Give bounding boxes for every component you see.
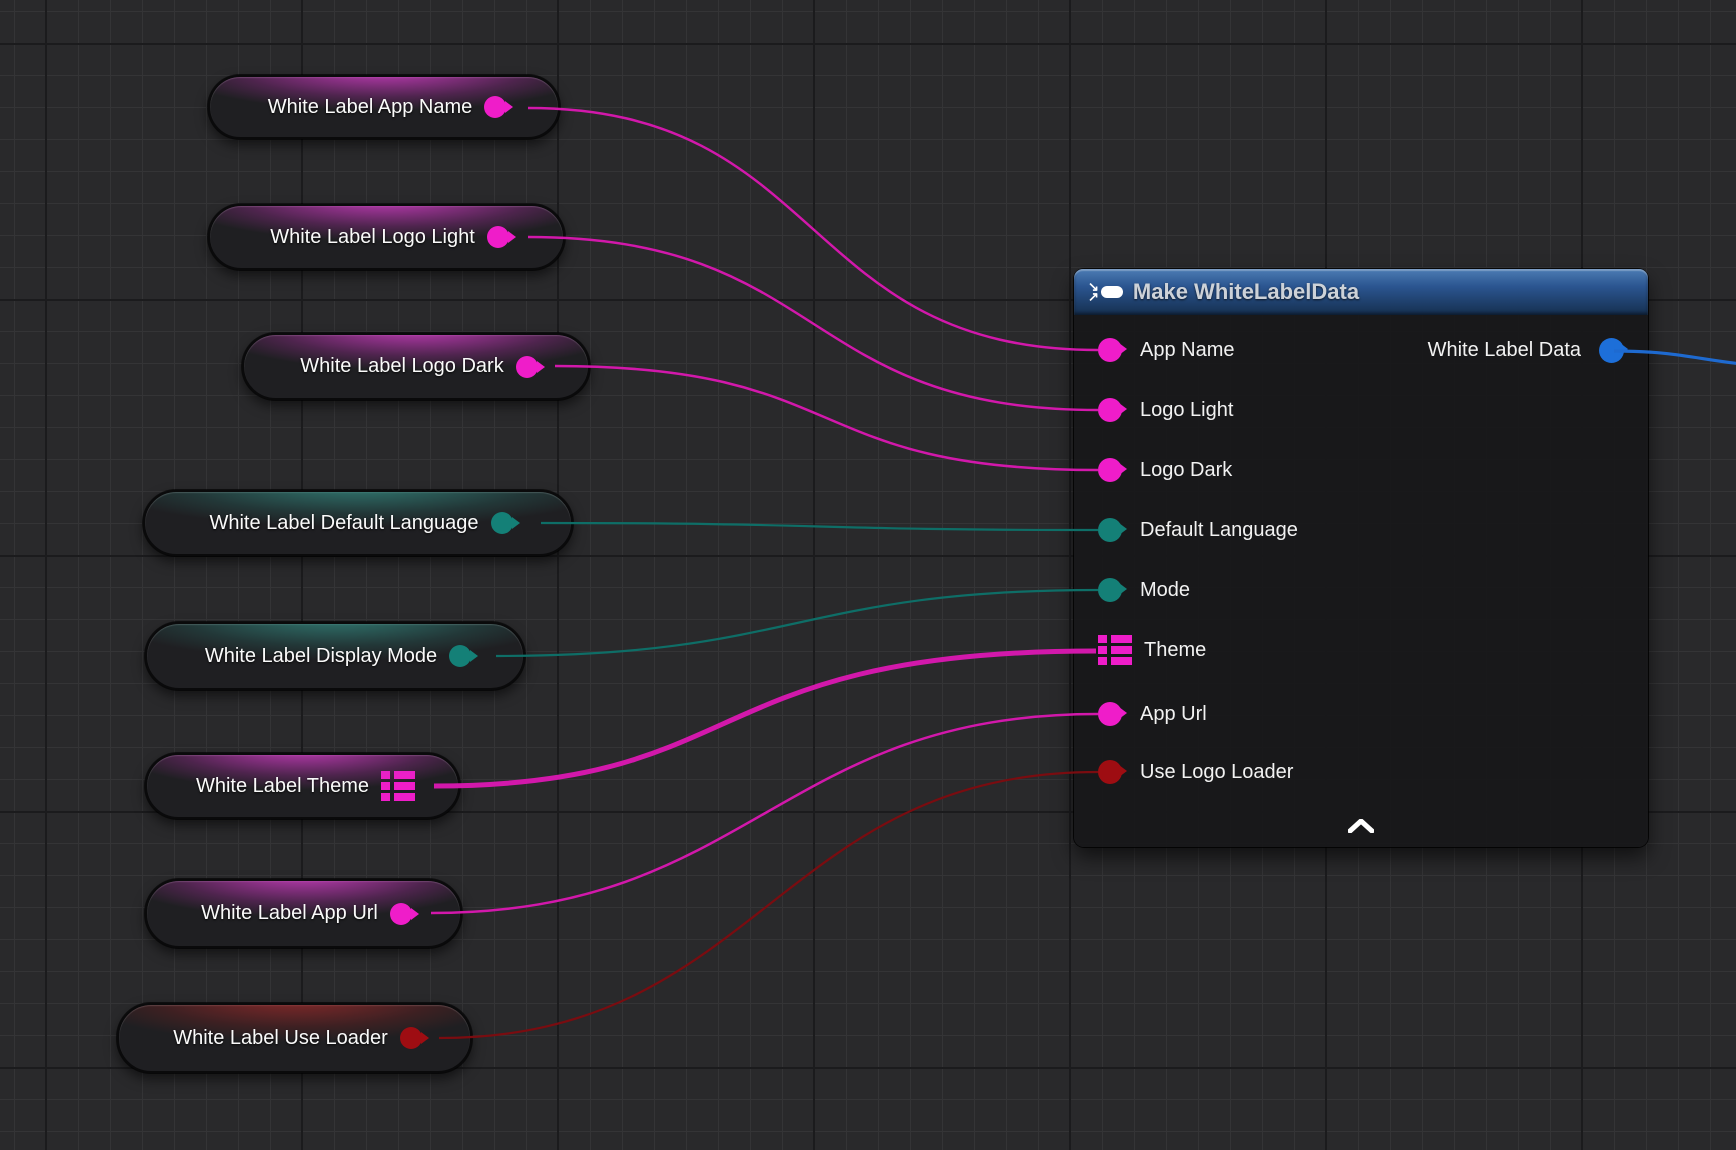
variable-label: White Label Display Mode [205,645,437,668]
variable-label: White Label Use Loader [173,1027,388,1050]
output-pin-white-label-logo-dark[interactable] [516,356,538,378]
wire-logo-dark[interactable] [555,366,1098,470]
variable-node-white-label-theme[interactable]: White Label Theme [145,753,460,819]
output-pin-white-label-default-language[interactable] [491,512,513,534]
variable-node-white-label-logo-light[interactable]: White Label Logo Light [208,204,565,270]
input-pin-app-url[interactable] [1098,702,1122,726]
variable-node-white-label-display-mode[interactable]: White Label Display Mode [145,622,525,690]
pin-label: Mode [1140,579,1190,602]
input-pin-row-app-name: App Name [1098,330,1235,370]
output-pin-white-label-use-loader[interactable] [400,1027,422,1049]
variable-node-white-label-app-name[interactable]: White Label App Name [208,75,560,139]
input-pin-use-logo-loader[interactable] [1098,760,1122,784]
output-pin-white-label-logo-light[interactable] [487,226,509,248]
make-whitelabeldata-node[interactable]: ↘↗ Make WhiteLabelData App Name Logo Lig… [1074,269,1648,847]
input-pin-theme struct-pin-icon[interactable] [1098,635,1132,665]
node-title: Make WhiteLabelData [1133,279,1359,305]
input-pin-row-logo-dark: Logo Dark [1098,450,1232,490]
variable-label: White Label Logo Dark [300,355,503,378]
make-struct-icon: ↘↗ [1088,282,1123,302]
variable-node-white-label-app-url[interactable]: White Label App Url [145,879,462,948]
wire-app-url[interactable] [431,714,1098,913]
input-pin-row-mode: Mode [1098,570,1190,610]
node-header[interactable]: ↘↗ Make WhiteLabelData [1074,269,1648,315]
wire-theme[interactable] [434,651,1096,786]
pin-label: Theme [1144,639,1206,662]
input-pin-row-use-logo-loader: Use Logo Loader [1098,752,1293,792]
input-pin-row-default-language: Default Language [1098,510,1298,550]
pin-label: Use Logo Loader [1140,761,1293,784]
variable-node-white-label-default-language[interactable]: White Label Default Language [143,490,573,556]
pin-label: White Label Data [1428,339,1581,362]
output-pin-white-label-app-url[interactable] [390,903,412,925]
pin-label: App Url [1140,703,1207,726]
pin-label: App Name [1140,339,1235,362]
input-pin-logo-dark[interactable] [1098,458,1122,482]
input-pin-row-logo-light: Logo Light [1098,390,1233,430]
wire-display-mode[interactable] [496,590,1098,656]
variable-label: White Label App Url [201,902,378,925]
pin-label: Logo Light [1140,399,1233,422]
wire-default-language[interactable] [541,523,1098,530]
output-pin-white-label-display-mode[interactable] [449,645,471,667]
variable-label: White Label Logo Light [270,226,475,249]
output-pin-row-white-label-data: White Label Data [1428,330,1624,370]
chevron-up-icon [1348,819,1374,833]
variable-label: White Label App Name [268,96,473,119]
wire-logo-light[interactable] [528,237,1098,410]
variable-node-white-label-use-loader[interactable]: White Label Use Loader [117,1003,472,1073]
input-pin-app-name[interactable] [1098,338,1122,362]
variable-label: White Label Theme [196,775,369,798]
output-pin-white-label-app-name[interactable] [484,96,506,118]
variable-node-white-label-logo-dark[interactable]: White Label Logo Dark [242,333,590,400]
pin-label: Logo Dark [1140,459,1232,482]
output-pin-white-label-theme struct-pin-icon[interactable] [381,771,415,801]
input-pin-row-theme: Theme [1098,630,1206,670]
input-pin-logo-light[interactable] [1098,398,1122,422]
collapse-node-button[interactable] [1331,815,1391,837]
pin-label: Default Language [1140,519,1298,542]
input-pin-default-language[interactable] [1098,518,1122,542]
variable-label: White Label Default Language [209,512,478,535]
input-pin-row-app-url: App Url [1098,694,1207,734]
blueprint-graph[interactable]: White Label App Name White Label Logo Li… [0,0,1736,1150]
input-pin-mode[interactable] [1098,578,1122,602]
wire-app-name[interactable] [528,108,1098,350]
